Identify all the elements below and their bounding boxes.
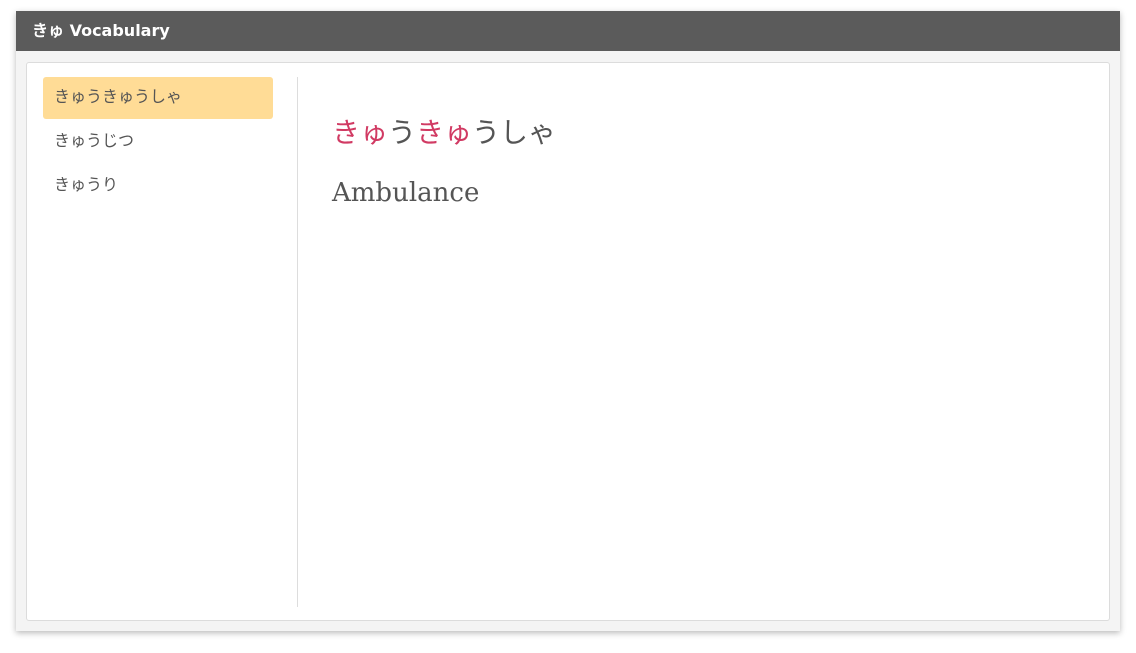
vocabulary-item-kyuukyuusha[interactable]: きゅうきゅうしゃ bbox=[43, 77, 273, 119]
vocabulary-list: きゅうきゅうしゃ きゅうじつ きゅうり bbox=[43, 77, 273, 209]
main-panel: きゅうきゅうしゃ きゅうじつ きゅうり きゅうきゅうしゃ Ambulance bbox=[26, 62, 1110, 621]
word-meaning: Ambulance bbox=[332, 178, 480, 208]
panel-divider bbox=[297, 77, 298, 607]
word-part: うしゃ bbox=[472, 116, 557, 149]
word-detail: きゅうきゅうしゃ Ambulance bbox=[332, 103, 1072, 213]
vocabulary-item-kyuuri[interactable]: きゅうり bbox=[43, 165, 273, 207]
word-part-highlight: きゅ bbox=[332, 116, 389, 149]
app-window: きゅ Vocabulary きゅうきゅうしゃ きゅうじつ きゅうり きゅうきゅう… bbox=[16, 11, 1120, 631]
word-part-highlight: きゅ bbox=[416, 116, 473, 149]
vocabulary-item-kyuujitsu[interactable]: きゅうじつ bbox=[43, 121, 273, 163]
word-part: う bbox=[388, 116, 417, 149]
selected-word: きゅうきゅうしゃ bbox=[332, 103, 1072, 163]
window-title: きゅ Vocabulary bbox=[16, 11, 1120, 51]
